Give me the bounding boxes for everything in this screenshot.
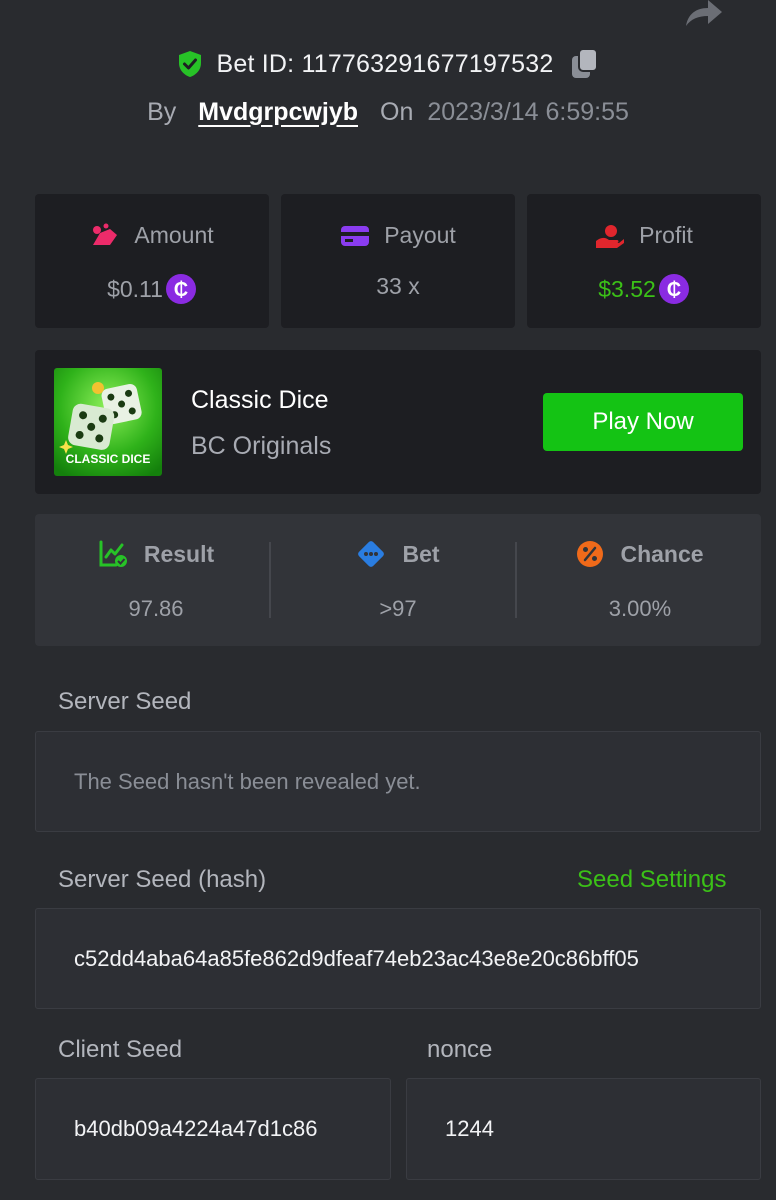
client-seed-label: Client Seed xyxy=(58,1036,183,1063)
play-now-button[interactable]: Play Now xyxy=(543,393,743,451)
username-link[interactable]: Mvdgrpcwjyb xyxy=(198,98,358,127)
game-provider: BC Originals xyxy=(191,432,332,460)
svg-text:₵: ₵ xyxy=(174,279,188,301)
share-icon[interactable] xyxy=(682,0,724,28)
bet-date: 2023/3/14 6:59:55 xyxy=(427,97,629,126)
classic-dice-thumbnail[interactable]: CLASSIC DICE xyxy=(54,368,162,476)
server-seed-hash-value: c52dd4aba64a85fe862d9dfeaf74eb23ac43e8e2… xyxy=(74,945,639,971)
shield-check-icon xyxy=(178,51,201,77)
copy-icon[interactable] xyxy=(571,48,599,80)
chance-percent-icon xyxy=(577,541,604,567)
result-panel: Result 97.86 Bet >97 Chance 3.00% xyxy=(35,514,761,646)
nonce-label: nonce xyxy=(427,1036,493,1063)
amount-label: Amount xyxy=(134,222,214,248)
by-label: By xyxy=(147,97,177,126)
seed-settings-link[interactable]: Seed Settings xyxy=(577,866,726,894)
chance-value: 3.00% xyxy=(608,596,672,621)
bet-id-row: Bet ID: 117763291677197532 xyxy=(0,44,776,84)
bet-column: Bet >97 xyxy=(277,514,519,646)
server-seed-hash-field[interactable]: c52dd4aba64a85fe862d9dfeaf74eb23ac43e8e2… xyxy=(35,908,761,1009)
nonce-value: 1244 xyxy=(445,1116,494,1141)
client-seed-value: b40db09a4224a47d1c86 xyxy=(74,1116,318,1141)
bet-value: >97 xyxy=(379,596,417,621)
divider xyxy=(269,542,271,618)
client-seed-field[interactable]: b40db09a4224a47d1c86 xyxy=(35,1078,391,1180)
coin-icon: ₵ xyxy=(658,274,689,304)
thumb-title: CLASSIC DICE xyxy=(66,452,151,466)
bet-dice-icon xyxy=(358,541,385,567)
profit-card: Profit $3.52 ₵ xyxy=(527,194,761,328)
chance-label: Chance xyxy=(620,540,704,567)
profit-value: $3.52 xyxy=(598,275,656,302)
coin-icon: ₵ xyxy=(165,274,196,304)
nonce-field[interactable]: 1244 xyxy=(406,1078,761,1180)
game-name: Classic Dice xyxy=(191,386,329,414)
profit-hand-icon xyxy=(596,224,625,248)
payout-card: Payout 33 x xyxy=(281,194,515,328)
amount-value: $0.11 xyxy=(107,275,163,302)
bet-meta-row: By Mvdgrpcwjyb On 2023/3/14 6:59:55 xyxy=(0,92,776,132)
chance-column: Chance 3.00% xyxy=(519,514,761,646)
svg-text:₵: ₵ xyxy=(667,279,681,301)
server-seed-label: Server Seed xyxy=(58,688,192,715)
result-chart-icon xyxy=(99,540,127,567)
result-value: 97.86 xyxy=(128,596,184,621)
bet-label: Bet xyxy=(402,540,440,567)
server-seed-field[interactable]: The Seed hasn't been revealed yet. xyxy=(35,731,761,832)
bet-id: Bet ID: 117763291677197532 xyxy=(216,49,554,78)
result-column: Result 97.86 xyxy=(35,514,277,646)
server-seed-value: The Seed hasn't been revealed yet. xyxy=(74,768,421,794)
amount-card: Amount $0.11 ₵ xyxy=(35,194,269,328)
amount-icon xyxy=(93,223,118,245)
server-seed-hash-label: Server Seed (hash) xyxy=(58,866,267,893)
payout-label: Payout xyxy=(384,222,456,248)
on-label: On xyxy=(380,97,414,126)
divider xyxy=(515,542,517,618)
game-card: CLASSIC DICE Classic Dice BC Originals P… xyxy=(35,350,761,494)
result-label: Result xyxy=(143,540,215,567)
payout-card-icon xyxy=(341,225,370,246)
payout-value: 33 x xyxy=(376,273,420,299)
profit-label: Profit xyxy=(639,222,693,248)
